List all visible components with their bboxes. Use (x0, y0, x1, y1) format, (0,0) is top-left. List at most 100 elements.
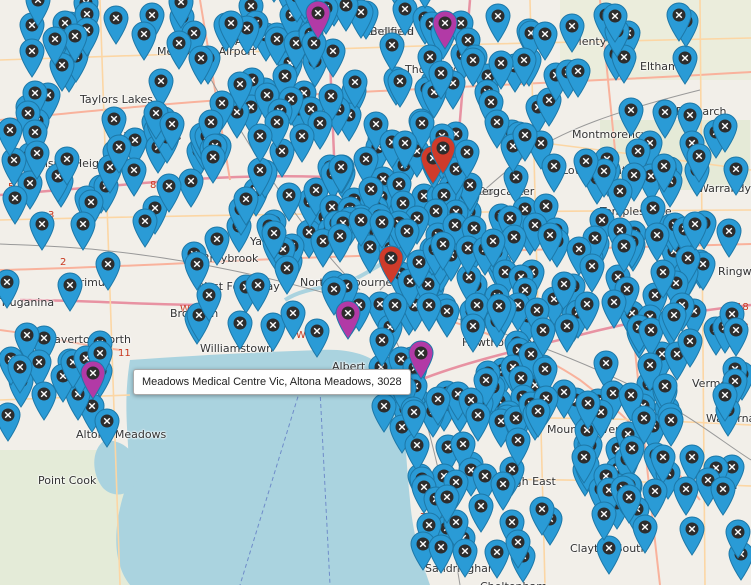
location-marker[interactable] (31, 381, 57, 421)
location-marker[interactable] (106, 134, 132, 174)
location-marker[interactable] (591, 501, 617, 541)
map-canvas[interactable]: 1158 324 W8W519 13187 11 Melbourne Airpo… (0, 0, 751, 585)
location-marker[interactable] (666, 2, 692, 42)
location-marker[interactable] (725, 519, 751, 559)
location-marker[interactable] (631, 405, 657, 445)
location-marker[interactable] (245, 272, 271, 312)
location-marker[interactable] (468, 493, 494, 533)
location-marker[interactable] (159, 111, 185, 151)
location-marker[interactable] (247, 123, 273, 163)
location-marker[interactable] (537, 222, 563, 262)
location-marker[interactable] (54, 146, 80, 186)
location-marker[interactable] (480, 228, 506, 268)
location-marker[interactable] (658, 407, 684, 447)
location-marker[interactable] (712, 382, 738, 422)
location-marker[interactable] (559, 13, 585, 53)
location-marker[interactable] (70, 211, 96, 251)
location-marker[interactable] (651, 153, 677, 193)
location-marker[interactable] (25, 0, 51, 27)
location-marker[interactable] (0, 269, 20, 309)
location-marker[interactable] (505, 529, 531, 569)
location-marker[interactable] (156, 173, 182, 213)
location-marker[interactable] (369, 327, 395, 367)
location-marker[interactable] (304, 318, 330, 358)
location-marker[interactable] (575, 390, 601, 430)
location-marker[interactable] (408, 340, 434, 380)
location-marker[interactable] (274, 255, 300, 295)
location-marker[interactable] (261, 220, 287, 260)
location-marker[interactable] (0, 117, 23, 157)
location-marker[interactable] (218, 10, 244, 50)
location-marker[interactable] (682, 211, 708, 251)
location-marker[interactable] (7, 354, 33, 394)
location-marker[interactable] (602, 3, 628, 43)
location-marker[interactable] (382, 292, 408, 332)
location-marker[interactable] (712, 113, 738, 153)
location-marker[interactable] (378, 245, 404, 285)
location-marker[interactable] (328, 154, 354, 194)
location-marker[interactable] (227, 310, 253, 350)
location-marker[interactable] (554, 313, 580, 353)
location-marker[interactable] (233, 186, 259, 226)
location-marker[interactable] (132, 208, 158, 248)
location-marker[interactable] (530, 317, 556, 357)
location-marker[interactable] (29, 211, 55, 251)
location-marker[interactable] (716, 218, 742, 258)
location-marker[interactable] (289, 123, 315, 163)
location-marker[interactable] (710, 476, 736, 516)
location-marker[interactable] (401, 399, 427, 439)
location-marker[interactable] (0, 402, 21, 442)
location-marker[interactable] (80, 360, 106, 400)
location-marker[interactable] (430, 231, 456, 271)
location-marker[interactable] (460, 313, 486, 353)
location-marker[interactable] (454, 139, 480, 179)
location-marker[interactable] (465, 402, 491, 442)
location-marker[interactable] (565, 58, 591, 98)
location-marker[interactable] (452, 538, 478, 578)
location-marker[interactable] (379, 32, 405, 72)
location-marker[interactable] (601, 289, 627, 329)
location-marker[interactable] (305, 0, 331, 40)
location-marker[interactable] (512, 122, 538, 162)
location-marker[interactable] (42, 26, 68, 66)
location-marker[interactable] (579, 253, 605, 293)
location-marker[interactable] (280, 300, 306, 340)
location-marker[interactable] (131, 21, 157, 61)
location-marker[interactable] (2, 185, 28, 225)
location-marker[interactable] (525, 398, 551, 438)
location-marker[interactable] (425, 386, 451, 426)
location-marker[interactable] (486, 293, 512, 333)
location-marker[interactable] (57, 272, 83, 312)
location-marker[interactable] (428, 534, 454, 574)
location-marker[interactable] (369, 209, 395, 249)
location-marker[interactable] (532, 21, 558, 61)
location-marker[interactable] (686, 143, 712, 183)
location-marker[interactable] (412, 0, 438, 9)
location-marker[interactable] (723, 317, 749, 357)
location-marker[interactable] (103, 5, 129, 45)
location-marker[interactable] (200, 144, 226, 184)
location-marker[interactable] (672, 45, 698, 85)
location-marker[interactable] (723, 156, 749, 196)
location-marker[interactable] (573, 148, 599, 188)
location-marker[interactable] (184, 251, 210, 291)
location-marker[interactable] (432, 10, 458, 50)
location-marker[interactable] (488, 50, 514, 90)
location-marker[interactable] (529, 496, 555, 536)
location-marker[interactable] (95, 251, 121, 291)
location-marker[interactable] (392, 130, 418, 170)
location-marker[interactable] (387, 68, 413, 108)
location-marker[interactable] (335, 300, 361, 340)
location-marker[interactable] (94, 408, 120, 448)
location-marker[interactable] (434, 484, 460, 524)
location-marker[interactable] (673, 476, 699, 516)
location-marker[interactable] (679, 516, 705, 556)
location-marker[interactable] (342, 69, 368, 109)
location-marker[interactable] (485, 3, 511, 43)
location-marker[interactable] (677, 328, 703, 368)
location-marker[interactable] (416, 292, 442, 332)
location-marker[interactable] (430, 135, 456, 175)
location-marker[interactable] (541, 153, 567, 193)
location-marker[interactable] (168, 0, 194, 29)
location-marker[interactable] (644, 222, 670, 262)
